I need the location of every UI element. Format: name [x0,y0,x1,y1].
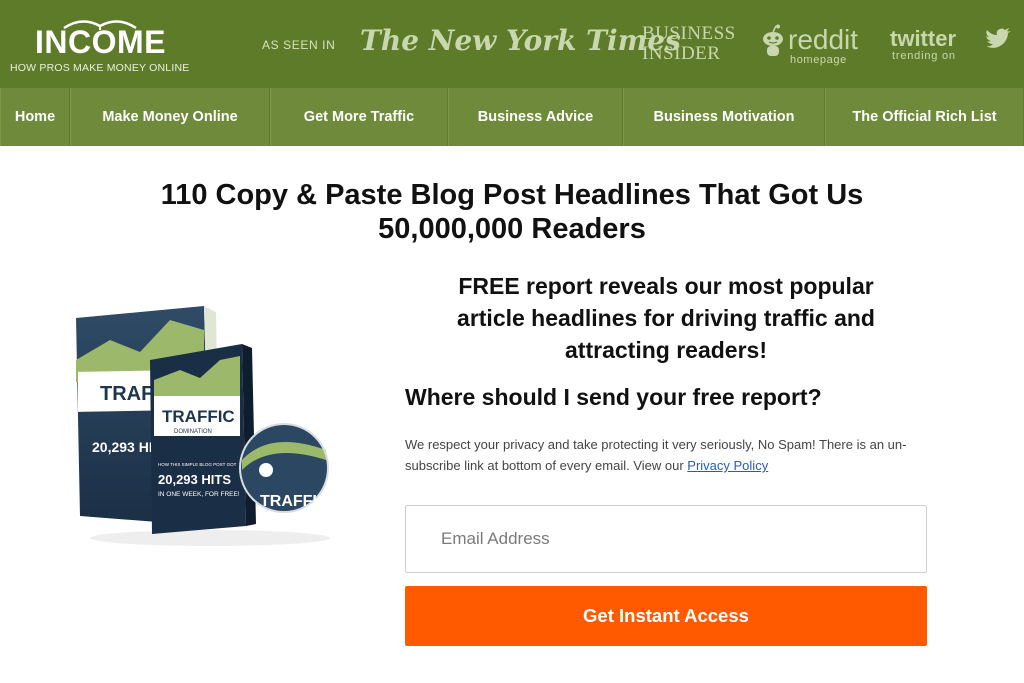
headline-line1: 110 Copy & Paste Blog Post Headlines Tha… [160,179,864,211]
dvd-blurb: HOW THIS SIMPLE BLOG POST GOT [158,462,237,467]
disc-title: TRAFFIC [260,493,329,510]
press-logo-business-insider: BUSINESS INSIDER [642,24,736,64]
main-nav: Home Make Money Online Get More Traffic … [0,88,1024,146]
reddit-sub: homepage [790,54,847,66]
bi-line2: INSIDER [642,43,721,64]
bi-line1: BUSINESS [642,23,736,44]
nav-item-official-rich-list[interactable]: The Official Rich List [825,88,1024,146]
press-logo-reddit: reddit homepage [760,24,870,68]
site-header: INCOME HOW PROS MAKE MONEY ONLINE AS SEE… [0,0,1024,88]
twitter-bird-icon [986,28,1011,48]
nav-item-business-advice[interactable]: Business Advice [448,88,623,146]
send-report-question: Where should I send your free report? [405,384,822,410]
twitter-sub: trending on [892,50,956,62]
privacy-text: We respect your privacy and take protect… [405,437,907,473]
nav-item-business-motivation[interactable]: Business Motivation [623,88,825,146]
twitter-word: twitter [890,26,956,51]
logo-word: INCOME [35,24,166,60]
email-field[interactable] [405,505,927,573]
dvd-subtitle: DOMINATION [174,429,212,435]
nav-item-get-more-traffic[interactable]: Get More Traffic [270,88,448,146]
dvd-period: IN ONE WEEK, FOR FREE! [158,491,240,498]
press-logo-nyt: The New York Times [360,24,681,57]
headline-line2: 50,000,000 Readers [378,213,646,245]
subhead-line3: attracting readers! [565,337,767,363]
site-logo[interactable]: INCOME HOW PROS MAKE MONEY ONLINE [10,14,210,78]
privacy-notice: We respect your privacy and take protect… [405,434,935,476]
get-instant-access-button[interactable]: Get Instant Access [405,586,927,646]
press-logo-twitter: twitter trending on [890,26,1020,66]
subhead-line1: FREE report reveals our most popular [458,273,874,299]
nav-item-make-money-online[interactable]: Make Money Online [70,88,270,146]
dvd-title: TRAFFIC [162,407,235,426]
nav-item-home[interactable]: Home [0,88,70,146]
as-seen-in-label: AS SEEN IN [262,38,336,52]
logo-tagline: HOW PROS MAKE MONEY ONLINE [10,62,190,74]
dvd-hits: 20,293 HITS [158,472,231,487]
page-headline: 110 Copy & Paste Blog Post Headlines Tha… [60,178,964,246]
subhead-line2: article headlines for driving traffic an… [457,305,875,331]
reddit-word: reddit [788,24,859,55]
product-image: TRAFFIC 20,293 HITS TRAFFIC DOMINATION H… [76,306,330,546]
offer-subhead: FREE report reveals our most popular art… [410,270,922,366]
reddit-alien-icon [763,24,783,56]
privacy-policy-link[interactable]: Privacy Policy [687,458,768,473]
